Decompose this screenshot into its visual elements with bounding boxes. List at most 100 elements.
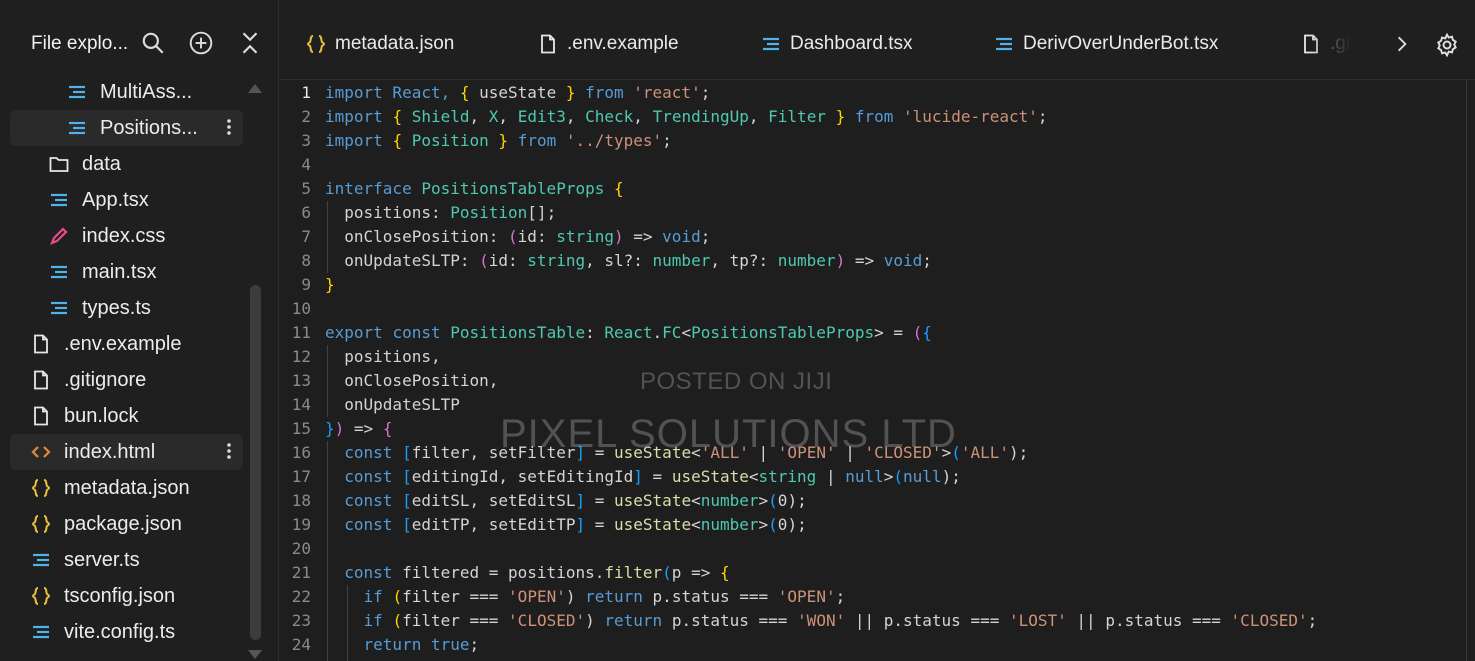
code-token: null [845, 467, 884, 486]
code-token: 'ALL' [960, 443, 1010, 462]
editor-tab-label: DerivOverUnderBot.tsx [1023, 33, 1219, 54]
code-token: return [585, 587, 653, 606]
editor-tab[interactable]: DerivOverUnderBot.tsx [993, 29, 1218, 59]
code-token: = [585, 491, 615, 510]
file-tree-item[interactable]: data [0, 146, 279, 182]
code-token: Edit3 [517, 107, 566, 126]
code-token: 'lucide-react' [903, 107, 1038, 126]
collapse-all-icon[interactable] [237, 30, 263, 56]
lines-icon [48, 261, 70, 283]
code-token: ( [392, 587, 403, 606]
file-tree-item[interactable]: .env.example [0, 326, 279, 362]
file-tree-item[interactable]: .gitignore [0, 362, 279, 398]
code-token: ; [662, 131, 672, 150]
editor-tab[interactable]: .env.example [537, 29, 679, 59]
file-tree-item[interactable]: bun.lock [0, 398, 279, 434]
line-number: 1 [301, 83, 311, 102]
code-token: React [604, 323, 653, 342]
code-token: } [325, 275, 335, 294]
file-tree-item[interactable]: server.ts [0, 542, 279, 578]
code-line: const [editTP, setEditTP] = useState<num… [325, 513, 1317, 537]
code-token: id: [517, 227, 557, 246]
code-token: useState [671, 467, 749, 486]
file-tree-item-label: package.json [64, 513, 182, 535]
code-token: const [344, 467, 403, 486]
file-tree-item[interactable]: MultiAss... [0, 74, 279, 110]
file-tree-item-label: vite.config.ts [64, 621, 176, 643]
code-line: } [325, 273, 1317, 297]
line-number: 8 [301, 251, 311, 270]
code-token: X [488, 107, 499, 126]
code-token: < [691, 491, 701, 510]
code-token: 'WON' [797, 611, 846, 630]
code-token: { [719, 563, 730, 582]
file-tree-item[interactable]: index.css [0, 218, 279, 254]
line-number: 21 [291, 563, 311, 582]
code-token: , [565, 107, 586, 126]
braces-icon [30, 477, 52, 499]
chevron-right-icon[interactable] [1392, 33, 1412, 55]
code-token: : [585, 323, 605, 342]
search-icon[interactable] [140, 30, 166, 56]
code-token: > [883, 467, 894, 486]
code-token: 0 [777, 515, 788, 534]
file-tree-item[interactable]: main.tsx [0, 254, 279, 290]
editor-tab[interactable]: Dashboard.tsx [760, 29, 913, 59]
code-token: ] [575, 515, 586, 534]
file-tree-item-label: .gitignore [64, 369, 147, 391]
code-editor[interactable]: 1 2 3 4 5 6 7 8 9 10 11 12 13 14 15 16 17 18 19 20 21 22 23 24 … [280, 81, 1475, 661]
file-icon [30, 369, 52, 391]
sidebar-scrollbar-thumb[interactable] [250, 285, 261, 640]
file-tree-item[interactable]: index.html [10, 434, 243, 470]
code-token: export [325, 323, 393, 342]
add-file-icon[interactable] [188, 30, 214, 56]
file-tree-item[interactable]: App.tsx [0, 182, 279, 218]
file-tree-item[interactable]: vite.config.ts [0, 614, 279, 650]
gear-icon[interactable] [1434, 32, 1460, 58]
code-token: < [691, 515, 701, 534]
editor-tab-label: Dashboard.tsx [790, 33, 913, 54]
code-token: . [652, 323, 663, 342]
line-number: 17 [291, 467, 311, 486]
code-token: filtered = positions. [402, 563, 605, 582]
code-token: 'CLOSED' [1230, 611, 1308, 630]
code-token: positions, [325, 347, 441, 366]
scroll-up-arrow[interactable] [248, 84, 262, 93]
code-token: from [575, 83, 634, 102]
code-token: return [363, 635, 431, 654]
code-token: editTP, setEditTP [411, 515, 576, 534]
more-options-icon[interactable] [225, 440, 233, 462]
code-token: void [662, 227, 701, 246]
code-token: } [835, 107, 846, 126]
code-line: const [editSL, setEditSL] = useState<num… [325, 489, 1317, 513]
line-number: 6 [301, 203, 311, 222]
code-line: const [editingId, setEditingId] = useSta… [325, 465, 1317, 489]
line-number: 20 [291, 539, 311, 558]
file-tree-item[interactable]: tsconfig.json [0, 578, 279, 614]
scroll-down-arrow[interactable] [248, 650, 262, 659]
code-token: 'CLOSED' [508, 611, 586, 630]
file-tree-item[interactable]: package.json [0, 506, 279, 542]
code-token: id: [488, 251, 528, 270]
line-number: 23 [291, 611, 311, 630]
more-options-icon[interactable] [225, 116, 233, 138]
editor-tab[interactable]: metadata.json [305, 29, 454, 59]
line-number: 10 [291, 299, 311, 318]
code-token: > [758, 491, 769, 510]
code-token: PositionsTable [450, 323, 586, 342]
code-token: ; [922, 251, 932, 270]
file-tree-item[interactable]: types.ts [0, 290, 279, 326]
code-token: onUpdateSLTP: [325, 251, 480, 270]
file-tree-item[interactable]: metadata.json [0, 470, 279, 506]
code-token: return [604, 611, 672, 630]
code-line: const filtered = positions.filter(p => { [325, 561, 1317, 585]
code-token: if [363, 587, 393, 606]
code-token: , [469, 107, 489, 126]
code-token: const [344, 443, 403, 462]
code-token: useState [469, 83, 566, 102]
file-tree-item[interactable]: Positions... [10, 110, 243, 146]
